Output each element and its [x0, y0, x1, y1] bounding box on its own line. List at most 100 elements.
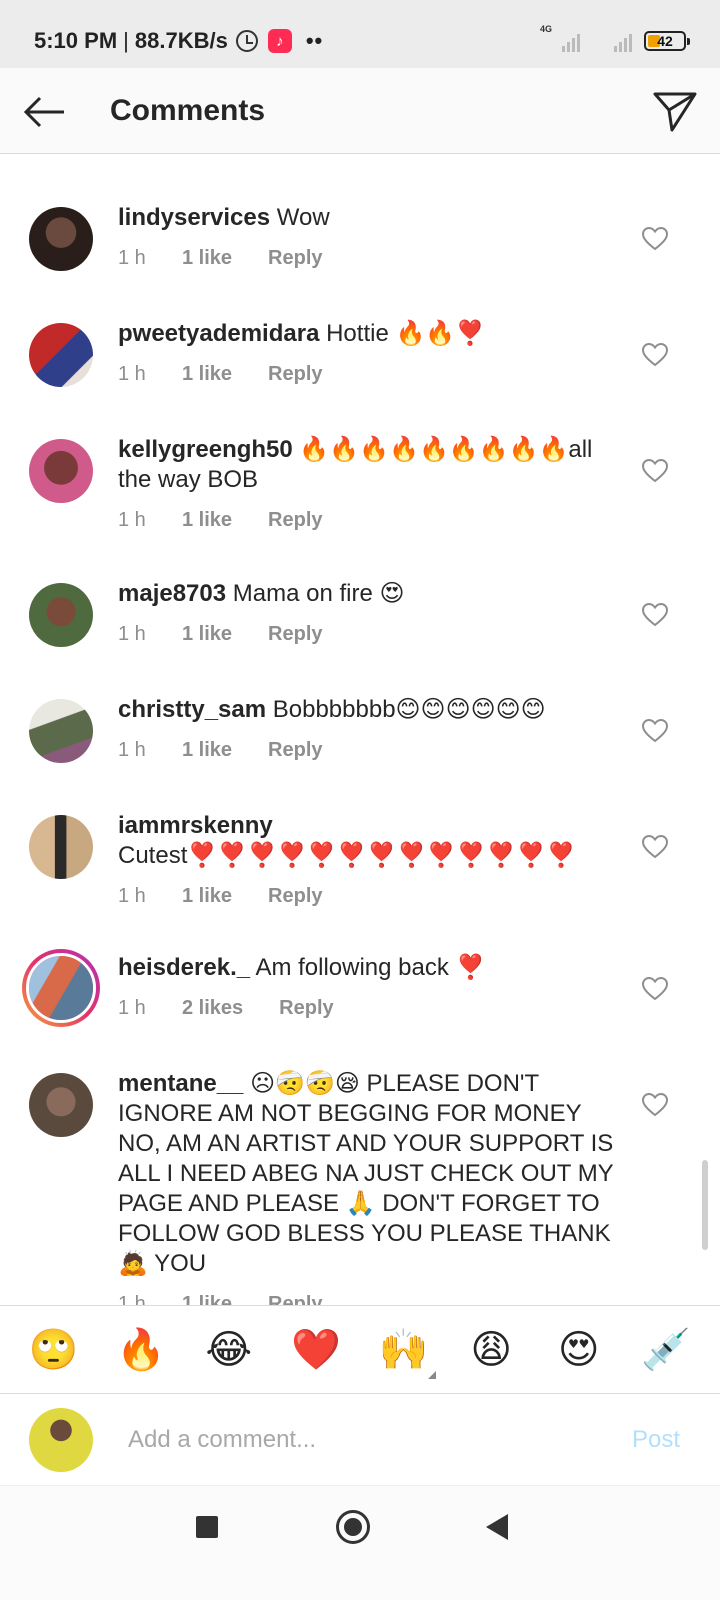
- scrollbar[interactable]: [702, 1160, 708, 1250]
- heart-icon[interactable]: [642, 343, 668, 367]
- comment-text: heisderek._ Am following back ❣️: [118, 953, 618, 983]
- comment-likes[interactable]: 1 like: [182, 739, 232, 762]
- back-triangle-icon[interactable]: [486, 1514, 508, 1540]
- comment-message: Am following back ❣️: [255, 954, 486, 981]
- reply-button[interactable]: Reply: [268, 1293, 322, 1305]
- comment-text: iammrskenny Cutest❣️❣️❣️❣️❣️❣️❣️❣️❣️❣️❣️…: [118, 811, 618, 871]
- comment-time: 1 h: [118, 885, 146, 907]
- comment-username[interactable]: maje8703: [118, 580, 226, 607]
- comment-likes[interactable]: 2 likes: [182, 997, 243, 1020]
- comment-likes[interactable]: 1 like: [182, 1293, 232, 1305]
- avatar-photo: [29, 815, 93, 879]
- battery-icon: 42: [644, 31, 690, 51]
- status-time: 5:10 PM: [34, 28, 118, 53]
- comment-likes[interactable]: 1 like: [182, 623, 232, 646]
- comment-likes[interactable]: 1 like: [182, 247, 232, 270]
- recent-apps-icon[interactable]: [196, 1516, 218, 1538]
- comment-text: lindyservices Wow: [118, 203, 618, 233]
- comment-meta: 1 h 1 like Reply: [118, 739, 323, 762]
- comment-username[interactable]: lindyservices: [118, 204, 270, 231]
- comment-time: 1 h: [118, 509, 146, 531]
- reply-button[interactable]: Reply: [268, 885, 322, 908]
- post-button[interactable]: Post: [632, 1426, 680, 1454]
- comment-username[interactable]: iammrskenny: [118, 812, 273, 839]
- avatar-photo: [29, 439, 93, 503]
- avatar-photo: [29, 207, 93, 271]
- comment-meta: 1 h 1 like Reply: [118, 247, 323, 270]
- avatar[interactable]: [29, 1073, 93, 1137]
- network-type: 4G: [540, 24, 553, 34]
- reply-button[interactable]: Reply: [268, 623, 322, 646]
- emoji-weary-button[interactable]: 😩: [461, 1327, 521, 1373]
- comment-time: 1 h: [118, 739, 146, 761]
- avatar[interactable]: [29, 207, 93, 271]
- comment-time: 1 h: [118, 363, 146, 385]
- current-user-avatar: [29, 1408, 93, 1472]
- comment-meta: 1 h 1 like Reply: [118, 623, 323, 646]
- comment-input[interactable]: [128, 1420, 568, 1460]
- alarm-icon: [235, 30, 258, 52]
- status-separator: |: [123, 28, 129, 53]
- emoji-heart-eyes-button[interactable]: 😍: [549, 1327, 609, 1373]
- avatar[interactable]: [29, 815, 93, 879]
- comment-time: 1 h: [118, 623, 146, 645]
- avatar-photo: [29, 583, 93, 647]
- reply-button[interactable]: Reply: [268, 363, 322, 386]
- comment-meta: 1 h 1 like Reply: [118, 885, 323, 908]
- comment-username[interactable]: kellygreengh50: [118, 436, 293, 463]
- comment-meta: 1 h 2 likes Reply: [118, 997, 334, 1020]
- emoji-quick-bar: 🙄 🔥 😂 ❤️ 🙌 😩 😍 💉: [0, 1305, 720, 1393]
- signal-icon: [592, 30, 632, 52]
- emoji-syringe-button[interactable]: 💉: [636, 1326, 696, 1373]
- comment-text: mentane__ ☹🤕🤕😪 PLEASE DON'T IGNORE AM NO…: [118, 1069, 618, 1279]
- reply-button[interactable]: Reply: [268, 739, 322, 762]
- comment-message: Mama on fire 😍: [232, 580, 405, 607]
- emoji-fire-button[interactable]: 🔥: [111, 1326, 171, 1373]
- comment-username[interactable]: pweetyademidara: [118, 320, 319, 347]
- heart-icon[interactable]: [642, 977, 668, 1001]
- story-ring-avatar[interactable]: [22, 949, 100, 1027]
- comment-username[interactable]: heisderek._: [118, 954, 250, 981]
- comment-text: maje8703 Mama on fire 😍: [118, 579, 618, 609]
- comment-message: Wow: [276, 204, 330, 231]
- heart-icon[interactable]: [642, 719, 668, 743]
- heart-icon[interactable]: [642, 1093, 668, 1117]
- emoji-heart-button[interactable]: ❤️: [286, 1326, 346, 1373]
- comment-likes[interactable]: 1 like: [182, 363, 232, 386]
- comment-text: kellygreengh50 🔥🔥🔥🔥🔥🔥🔥🔥🔥all the way BOB: [118, 435, 618, 495]
- comment-message: Hottie 🔥🔥❣️: [326, 320, 486, 347]
- comment-time: 1 h: [118, 1293, 146, 1305]
- avatar-photo: [29, 956, 93, 1020]
- heart-icon[interactable]: [642, 603, 668, 627]
- emoji-raised-hands-wrap[interactable]: 🙌: [374, 1326, 436, 1379]
- comment-username[interactable]: christty_sam: [118, 696, 266, 723]
- avatar-photo: [29, 699, 93, 763]
- comment-likes[interactable]: 1 like: [182, 885, 232, 908]
- status-left: 5:10 PM | 88.7KB/s ♪ ••: [34, 28, 323, 54]
- avatar[interactable]: [29, 699, 93, 763]
- reply-button[interactable]: Reply: [279, 997, 333, 1020]
- avatar[interactable]: [29, 439, 93, 503]
- back-arrow-icon[interactable]: [22, 90, 66, 134]
- reply-button[interactable]: Reply: [268, 509, 322, 532]
- battery-level: 42: [657, 33, 673, 49]
- heart-icon[interactable]: [642, 227, 668, 251]
- home-icon[interactable]: [336, 1510, 370, 1544]
- comments-list: lindyservices Wow 1 h 1 like Reply pweet…: [0, 155, 720, 1305]
- paper-plane-icon[interactable]: [652, 88, 698, 134]
- comment-meta: 1 h 1 like Reply: [118, 509, 323, 532]
- avatar[interactable]: [29, 323, 93, 387]
- comment-likes[interactable]: 1 like: [182, 509, 232, 532]
- tiktok-icon: ♪: [267, 29, 292, 53]
- signal-4g-icon: 4G: [540, 24, 580, 52]
- heart-icon[interactable]: [642, 835, 668, 859]
- reply-button[interactable]: Reply: [268, 247, 322, 270]
- page-title: Comments: [110, 94, 266, 127]
- comment-username[interactable]: mentane__: [118, 1070, 243, 1097]
- emoji-eye-roll-button[interactable]: 🙄: [24, 1326, 84, 1373]
- status-right: 4G 42: [540, 24, 690, 52]
- heart-icon[interactable]: [642, 459, 668, 483]
- emoji-laughing-button[interactable]: 😂: [199, 1327, 259, 1373]
- emoji-raised-hands-button[interactable]: 🙌: [379, 1327, 429, 1373]
- avatar[interactable]: [29, 583, 93, 647]
